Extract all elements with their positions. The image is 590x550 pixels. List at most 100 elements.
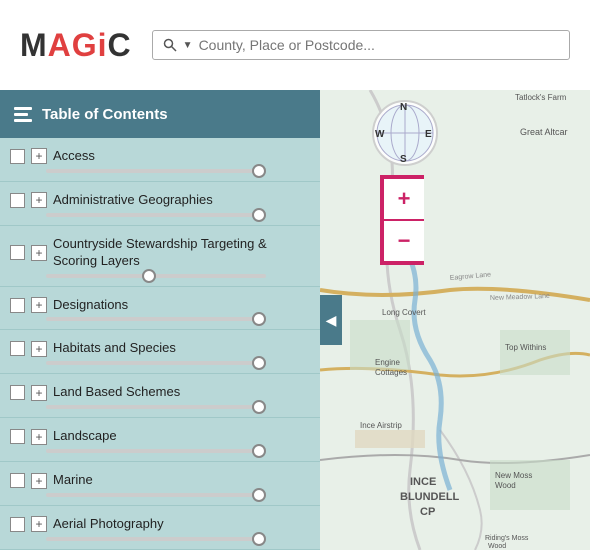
search-box[interactable]: ▼: [152, 30, 570, 60]
layer-checkbox-habitats[interactable]: [10, 341, 25, 356]
layer-checkbox-countryside[interactable]: [10, 245, 25, 260]
layer-checkbox-landscape[interactable]: [10, 429, 25, 444]
layer-opacity-row: [10, 449, 310, 457]
layer-opacity-row: [10, 169, 310, 177]
layer-opacity-thumb-landscape[interactable]: [252, 444, 266, 458]
search-dropdown-arrow[interactable]: ▼: [183, 40, 193, 51]
svg-text:S: S: [400, 154, 407, 165]
layer-opacity-thumb-access[interactable]: [252, 164, 266, 178]
layer-expand-designations[interactable]: +: [31, 297, 47, 313]
layer-checkbox-marine[interactable]: [10, 473, 25, 488]
search-icon: [163, 38, 177, 52]
layer-item-land-based: + Land Based Schemes: [0, 374, 320, 418]
search-input[interactable]: [199, 37, 559, 53]
layer-opacity-track-habitats[interactable]: [46, 361, 266, 365]
layer-opacity-track-landscape[interactable]: [46, 449, 266, 453]
layer-opacity-row: [10, 493, 310, 501]
layer-opacity-track-aerial[interactable]: [46, 537, 266, 541]
layer-label-aerial: Aerial Photography: [53, 516, 164, 533]
layer-item-habitats: + Habitats and Species: [0, 330, 320, 374]
layer-checkbox-designations[interactable]: [10, 298, 25, 313]
svg-text:INCE: INCE: [410, 476, 436, 488]
zoom-in-button[interactable]: +: [384, 179, 424, 219]
layer-row: + Landscape: [10, 428, 310, 445]
layer-opacity-track-land-based[interactable]: [46, 405, 266, 409]
svg-text:Tatlock's Farm: Tatlock's Farm: [515, 93, 567, 102]
svg-text:Long Covert: Long Covert: [382, 308, 426, 317]
toc-icon: [14, 107, 32, 122]
map-area: ◀ Long Covert Engine Cottages Top Within…: [320, 90, 590, 550]
layer-item-designations: + Designations: [0, 287, 320, 331]
layer-opacity-track-admin-geo[interactable]: [46, 213, 266, 217]
layer-expand-admin-geo[interactable]: +: [31, 192, 47, 208]
layer-opacity-thumb-habitats[interactable]: [252, 356, 266, 370]
layer-row: + Designations: [10, 297, 310, 314]
layer-row: + Access: [10, 148, 310, 165]
layer-label-designations: Designations: [53, 297, 128, 314]
layer-opacity-row: [10, 213, 310, 221]
layer-opacity-row: [10, 405, 310, 413]
svg-text:Cottages: Cottages: [375, 368, 407, 377]
layer-opacity-thumb-marine[interactable]: [252, 488, 266, 502]
layer-expand-countryside[interactable]: +: [31, 245, 47, 261]
layer-expand-aerial[interactable]: +: [31, 516, 47, 532]
logo: MAGiC: [20, 27, 132, 64]
layer-opacity-thumb-admin-geo[interactable]: [252, 208, 266, 222]
layer-item-landscape: + Landscape: [0, 418, 320, 462]
main-area: Table of Contents + Access + Administrat…: [0, 90, 590, 550]
layer-row: + Countryside Stewardship Targeting & Sc…: [10, 236, 310, 270]
layer-opacity-row: [10, 537, 310, 545]
layer-label-admin-geo: Administrative Geographies: [53, 192, 213, 209]
toc-header: Table of Contents: [0, 90, 320, 138]
svg-text:Engine: Engine: [375, 358, 400, 367]
svg-text:Top Withins: Top Withins: [505, 343, 546, 352]
layer-expand-land-based[interactable]: +: [31, 385, 47, 401]
layer-label-land-based: Land Based Schemes: [53, 384, 180, 401]
layer-item-admin-geo: + Administrative Geographies: [0, 182, 320, 226]
svg-text:N: N: [400, 102, 407, 113]
layer-label-countryside: Countryside Stewardship Targeting & Scor…: [53, 236, 310, 270]
sidebar: Table of Contents + Access + Administrat…: [0, 90, 320, 550]
layer-item-countryside: + Countryside Stewardship Targeting & Sc…: [0, 226, 320, 287]
layer-item-aerial: + Aerial Photography: [0, 506, 320, 550]
layer-row: + Marine: [10, 472, 310, 489]
compass: N S E W: [370, 98, 440, 168]
svg-text:Wood: Wood: [495, 481, 516, 490]
layers-container: + Access + Administrative Geographies + …: [0, 138, 320, 550]
layer-row: + Land Based Schemes: [10, 384, 310, 401]
layer-opacity-row: [10, 317, 310, 325]
layer-opacity-thumb-land-based[interactable]: [252, 400, 266, 414]
svg-text:BLUNDELL: BLUNDELL: [400, 491, 460, 503]
zoom-out-button[interactable]: −: [384, 221, 424, 261]
layer-label-landscape: Landscape: [53, 428, 117, 445]
layer-expand-habitats[interactable]: +: [31, 341, 47, 357]
layer-opacity-thumb-aerial[interactable]: [252, 532, 266, 546]
layer-label-marine: Marine: [53, 472, 93, 489]
layer-opacity-track-countryside[interactable]: [46, 274, 266, 278]
layer-label-access: Access: [53, 148, 95, 165]
layer-checkbox-land-based[interactable]: [10, 385, 25, 400]
layer-expand-landscape[interactable]: +: [31, 429, 47, 445]
layer-expand-access[interactable]: +: [31, 148, 47, 164]
layer-opacity-track-access[interactable]: [46, 169, 266, 173]
layer-expand-marine[interactable]: +: [31, 473, 47, 489]
layer-row: + Aerial Photography: [10, 516, 310, 533]
layer-checkbox-admin-geo[interactable]: [10, 193, 25, 208]
layer-row: + Administrative Geographies: [10, 192, 310, 209]
layer-checkbox-aerial[interactable]: [10, 517, 25, 532]
toc-title: Table of Contents: [42, 106, 168, 123]
layer-opacity-track-designations[interactable]: [46, 317, 266, 321]
collapse-sidebar-button[interactable]: ◀: [320, 295, 342, 345]
svg-text:W: W: [375, 129, 385, 140]
layer-item-access: + Access: [0, 138, 320, 182]
layer-row: + Habitats and Species: [10, 340, 310, 357]
layer-opacity-track-marine[interactable]: [46, 493, 266, 497]
layer-label-habitats: Habitats and Species: [53, 340, 176, 357]
layer-checkbox-access[interactable]: [10, 149, 25, 164]
layer-opacity-thumb-designations[interactable]: [252, 312, 266, 326]
zoom-controls: + −: [380, 175, 424, 265]
svg-text:Great Altcar: Great Altcar: [520, 127, 568, 137]
svg-text:Wood: Wood: [488, 543, 506, 550]
layer-opacity-thumb-countryside[interactable]: [142, 269, 156, 283]
svg-text:New Moss: New Moss: [495, 471, 532, 480]
